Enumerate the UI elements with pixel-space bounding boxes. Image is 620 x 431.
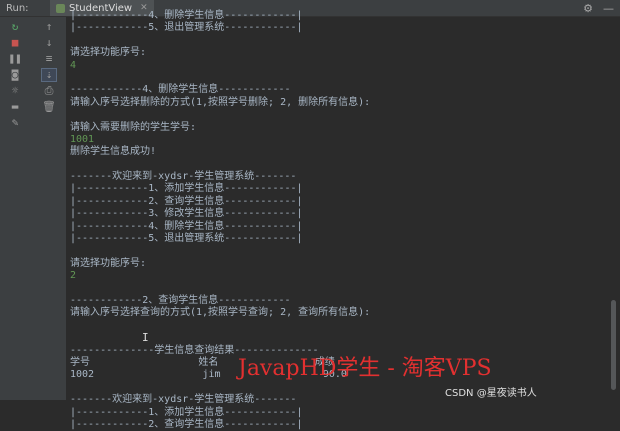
console-line: |------------2、查询学生信息------------|	[70, 418, 303, 430]
text-cursor: I	[142, 331, 149, 344]
trash-icon[interactable]: 🗑	[42, 101, 56, 113]
run-actions-bar: ↻ ■ ❚❚ ◙ ☼ ▬ ✎	[0, 17, 33, 400]
pin-icon[interactable]: ✎	[8, 117, 22, 129]
console-line: 删除学生信息成功!	[70, 146, 157, 158]
stop-icon[interactable]: ■	[8, 37, 22, 49]
wrap-icon[interactable]: ≡	[42, 53, 56, 65]
up-icon[interactable]: ↑	[42, 21, 56, 33]
console-line: ------------4、删除学生信息------------	[70, 84, 291, 96]
console-line: 请输入序号选择删除的方式(1,按照学号删除; 2, 删除所有信息):	[70, 96, 371, 108]
run-config-icon	[56, 3, 65, 13]
console-line: 请输入序号选择查询的方式(1,按照学号查询; 2, 查询所有信息):	[70, 307, 371, 319]
console-input-line: 2	[70, 270, 77, 282]
rerun-icon[interactable]: ↻	[8, 21, 22, 33]
console-line: ------------2、查询学生信息------------	[70, 294, 291, 306]
console-line: 请输入需要删除的学生学号:	[70, 121, 197, 133]
camera-icon[interactable]: ◙	[8, 69, 22, 81]
console-input-line: 4	[70, 59, 77, 71]
console-line: |------------4、删除学生信息------------|	[70, 10, 303, 21]
console-line: |------------5、退出管理系统------------|	[70, 233, 303, 245]
console-line: |------------3、修改学生信息------------|	[70, 208, 303, 220]
console-line: |------------4、删除学生信息------------|	[70, 220, 303, 232]
print-icon[interactable]: ⎙	[42, 85, 56, 97]
console-line: 请选择功能序号:	[70, 47, 147, 59]
watermark-text: JavapHD学生 - 淘客VPS	[238, 356, 492, 381]
scroll-end-icon[interactable]: ⇣	[41, 68, 57, 82]
down-icon[interactable]: ↓	[42, 37, 56, 49]
layout-icon[interactable]: ▬	[8, 101, 22, 113]
credit-text: CSDN @星夜读书人	[445, 388, 537, 399]
console-line: -------欢迎来到-xydsr-学生管理系统-------	[70, 171, 297, 183]
pause-icon[interactable]: ❚❚	[8, 53, 22, 65]
console-input-line: 1001	[70, 133, 95, 145]
console-line: |------------1、添加学生信息------------|	[70, 406, 303, 418]
console-line: |------------2、查询学生信息------------|	[70, 195, 303, 207]
console-output[interactable]: |------------4、删除学生信息------------| |-----…	[70, 10, 610, 430]
settings-icon[interactable]: ☼	[8, 85, 22, 97]
console-actions-bar: ↑ ↓ ≡ ⇣ ⎙ 🗑	[32, 17, 67, 400]
console-line: 请选择功能序号:	[70, 257, 147, 269]
scrollbar[interactable]	[611, 300, 616, 390]
console-line: |------------5、退出管理系统------------|	[70, 22, 303, 34]
run-label: Run:	[6, 2, 29, 14]
console-line: |------------1、添加学生信息------------|	[70, 183, 303, 195]
